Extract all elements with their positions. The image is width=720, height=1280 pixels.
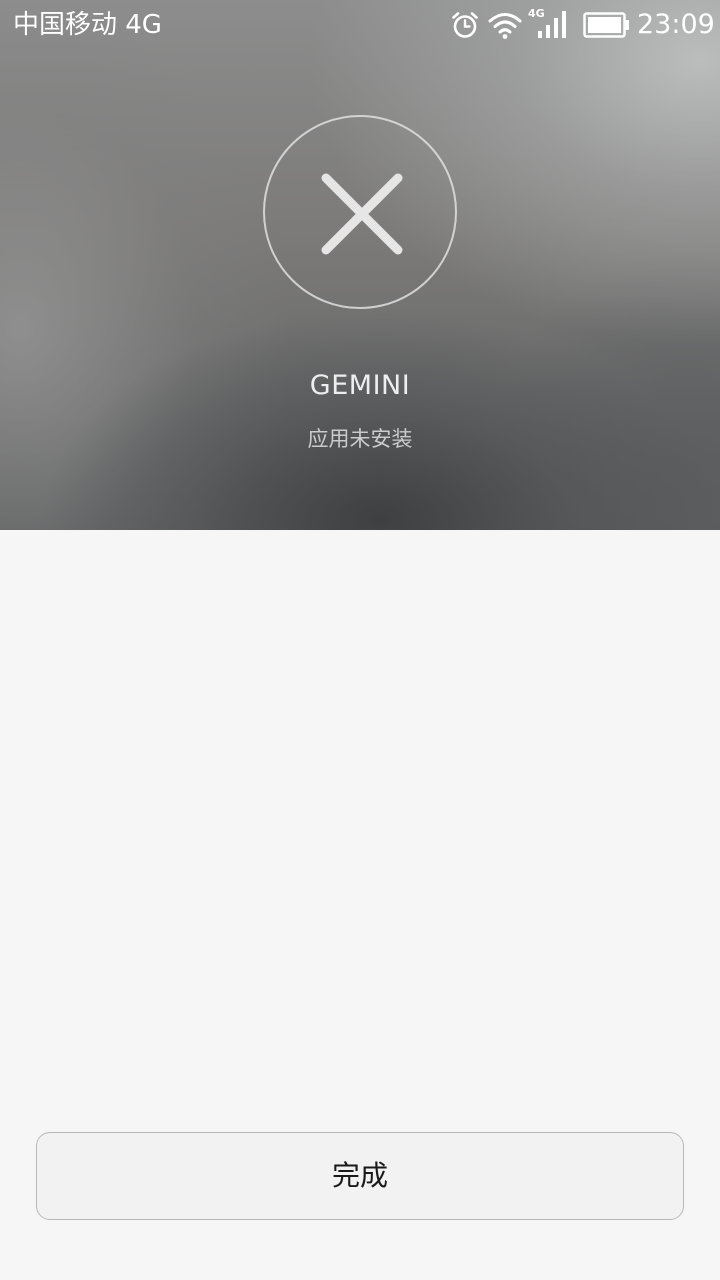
install-status-text: 应用未安装 <box>307 427 413 451</box>
install-result-header: 中国移动 4G 4G 23:09 GEMINI 应用未安装 <box>0 0 720 530</box>
status-bar: 中国移动 4G 4G 23:09 <box>0 0 720 50</box>
wifi-icon <box>488 13 522 39</box>
done-button[interactable]: 完成 <box>36 1132 684 1220</box>
carrier-label: 中国移动 4G <box>13 10 162 40</box>
close-icon <box>321 173 403 255</box>
signal-icon: 4G <box>528 7 566 38</box>
status-clock: 23:09 <box>637 9 715 40</box>
network-type-label: 4G <box>528 7 545 20</box>
app-name: GEMINI <box>309 370 411 401</box>
install-failed-indicator <box>263 115 457 309</box>
battery-icon <box>583 12 629 38</box>
alarm-icon <box>452 12 478 38</box>
